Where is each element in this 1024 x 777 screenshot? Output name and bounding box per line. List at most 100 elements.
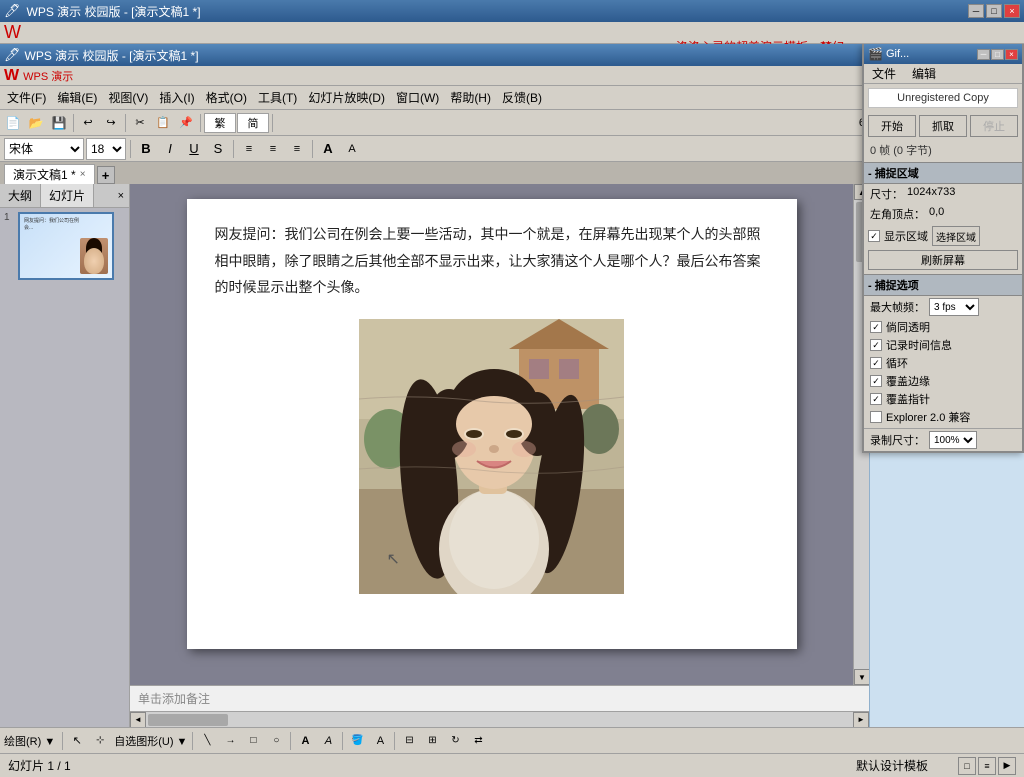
refresh-screen-btn[interactable]: 刷新屏幕 xyxy=(868,250,1018,270)
gif-capture-btn[interactable]: 抓取 xyxy=(919,115,967,137)
autoshapes-btn[interactable]: 自选图形(U) ▼ xyxy=(114,733,187,749)
menu-insert[interactable]: 插入(I) xyxy=(154,88,199,107)
menu-feedback[interactable]: 反馈(B) xyxy=(497,88,547,107)
panel-tab-outline[interactable]: 大纲 xyxy=(0,184,41,207)
record-size-row: 录制尺寸： 100% 75% 50% xyxy=(864,428,1022,451)
font-size-select[interactable]: 18 xyxy=(86,138,126,160)
font-size-down-button[interactable]: A xyxy=(341,138,363,160)
gif-close-btn[interactable]: × xyxy=(1005,49,1018,60)
underline-button[interactable]: U xyxy=(183,138,205,160)
gif-panel-titlebar: 🎬 Gif... － □ × xyxy=(864,44,1022,64)
slide-portrait-image xyxy=(359,319,624,594)
notes-area[interactable]: 单击添加备注 xyxy=(130,685,869,711)
menu-help[interactable]: 帮助(H) xyxy=(445,88,496,107)
outline-view-btn[interactable]: ≡ xyxy=(978,757,996,775)
opt-3-row: ✓ 循环 xyxy=(864,354,1022,372)
close-button[interactable]: × xyxy=(1004,4,1020,18)
doc-tab-1[interactable]: 演示文稿1 * × xyxy=(4,164,95,184)
fps-select[interactable]: 3 fps 5 fps 10 fps xyxy=(929,298,979,316)
draw-sep-3 xyxy=(290,732,291,750)
status-bar: 幻灯片 1 / 1 默认设计模板 □ ≡ ▶ xyxy=(0,753,1024,777)
gif-maximize-btn[interactable]: □ xyxy=(991,49,1004,60)
menu-view[interactable]: 视图(V) xyxy=(103,88,153,107)
tb-redo-button[interactable]: ↪ xyxy=(100,112,122,134)
fmt-sep-2 xyxy=(233,140,234,158)
opt-1-checkbox[interactable]: ✓ xyxy=(870,321,882,333)
normal-view-btn[interactable]: □ xyxy=(958,757,976,775)
record-size-select[interactable]: 100% 75% 50% xyxy=(929,431,977,449)
align-right-button[interactable]: ≡ xyxy=(286,138,308,160)
strikethrough-button[interactable]: S xyxy=(207,138,229,160)
app-icon: 🖊 xyxy=(4,47,21,63)
align-center-button[interactable]: ≡ xyxy=(262,138,284,160)
font-family-select[interactable]: 宋体 xyxy=(4,138,84,160)
gif-minimize-btn[interactable]: － xyxy=(977,49,990,60)
vscroll-down-button[interactable]: ▼ xyxy=(854,669,869,685)
opt-6-label: Explorer 2.0 兼容 xyxy=(886,409,970,425)
slideshow-btn[interactable]: ▶ xyxy=(998,757,1016,775)
tb-chinese-btn[interactable]: 繁 xyxy=(204,113,236,133)
tb-save-button[interactable]: 💾 xyxy=(48,112,70,134)
gif-stop-btn[interactable]: 停止 xyxy=(970,115,1018,137)
panel-tab-slides[interactable]: 幻灯片 xyxy=(41,184,94,207)
bold-button[interactable]: B xyxy=(135,138,157,160)
menu-tools[interactable]: 工具(T) xyxy=(253,88,302,107)
gif-counter-text: 0 帧 (0 字节) xyxy=(870,145,932,157)
tb-sep-3 xyxy=(200,114,201,132)
gif-panel-icon: 🎬 xyxy=(868,47,883,61)
gif-panel: 🎬 Gif... － □ × 文件 编辑 Unregistered Copy 开… xyxy=(862,44,1024,453)
menu-format[interactable]: 格式(O) xyxy=(201,88,252,107)
draw-label[interactable]: 绘图(R) ▼ xyxy=(4,733,55,749)
tb-paste-button[interactable]: 📌 xyxy=(175,112,197,134)
slide-thumbnail-1[interactable]: 1 网友提问：我们公司在例会... xyxy=(4,212,125,280)
menu-slideshow[interactable]: 幻灯片放映(D) xyxy=(303,88,390,107)
minimize-button[interactable]: － xyxy=(968,4,984,18)
maximize-button[interactable]: □ xyxy=(986,4,1002,18)
hscroll-right-button[interactable]: ► xyxy=(853,712,869,728)
opt-5-checkbox[interactable]: ✓ xyxy=(870,393,882,405)
tab-1-close[interactable]: × xyxy=(80,169,86,180)
left-panel: 大纲 幻灯片 × 1 网友提问：我们公司在例会... xyxy=(0,184,130,727)
select-region-btn[interactable]: 选择区域 xyxy=(932,226,980,246)
italic-button[interactable]: I xyxy=(159,138,181,160)
gif-start-btn[interactable]: 开始 xyxy=(868,115,916,137)
gif-menu-file[interactable]: 文件 xyxy=(864,63,904,84)
hscroll-thumb[interactable] xyxy=(148,714,228,726)
menu-window[interactable]: 窗口(W) xyxy=(391,88,444,107)
opt-4-checkbox[interactable]: ✓ xyxy=(870,375,882,387)
panel-close-button[interactable]: × xyxy=(113,188,129,204)
gif-counter: 0 帧 (0 字节) xyxy=(864,140,1022,160)
tb-simple-btn[interactable]: 简 xyxy=(237,113,269,133)
font-size-up-button[interactable]: A xyxy=(317,138,339,160)
hscrollbar[interactable]: ◄ ► xyxy=(130,711,869,727)
hscroll-track xyxy=(146,712,853,728)
menu-edit[interactable]: 编辑(E) xyxy=(52,88,102,107)
opt-6-checkbox[interactable] xyxy=(870,411,882,423)
gif-panel-title: Gif... xyxy=(886,48,977,60)
opt-2-checkbox[interactable]: ✓ xyxy=(870,339,882,351)
menu-file[interactable]: 文件(F) xyxy=(2,88,51,107)
tab-1-label: 演示文稿1 * xyxy=(13,166,76,183)
view-buttons: □ ≡ ▶ xyxy=(958,757,1016,775)
opt-3-label: 循环 xyxy=(886,355,908,371)
notes-placeholder: 单击添加备注 xyxy=(138,690,210,707)
tb-new-button[interactable]: 📄 xyxy=(2,112,24,134)
slide-num-1: 1 xyxy=(4,212,16,223)
capture-region-checkrow: ✓ 显示区域 选择区域 xyxy=(864,224,1022,248)
tb-open-button[interactable]: 📂 xyxy=(25,112,47,134)
align-left-button[interactable]: ≡ xyxy=(238,138,260,160)
tb-cut-button[interactable]: ✂ xyxy=(129,112,151,134)
tb-copy-button[interactable]: 📋 xyxy=(152,112,174,134)
title-bar: 🖊 WPS 演示 校园版 - [演示文稿1 *] － □ × xyxy=(0,0,1024,22)
draw-sep-4 xyxy=(342,732,343,750)
gif-menu-edit[interactable]: 编辑 xyxy=(904,63,944,84)
show-region-checkbox[interactable]: ✓ xyxy=(868,230,880,242)
hscroll-left-button[interactable]: ◄ xyxy=(130,712,146,728)
slide-thumbnail-list: 1 网友提问：我们公司在例会... xyxy=(0,208,129,727)
tb-sep-2 xyxy=(125,114,126,132)
slide-scroll-area[interactable]: 网友提问：我们公司在例会上要一些活动，其中一个就是，在屏幕先出现某个人的头部照相… xyxy=(130,184,853,685)
draw-sep-1 xyxy=(62,732,63,750)
tab-add-button[interactable]: + xyxy=(97,166,115,184)
opt-3-checkbox[interactable]: ✓ xyxy=(870,357,882,369)
tb-undo-button[interactable]: ↩ xyxy=(77,112,99,134)
